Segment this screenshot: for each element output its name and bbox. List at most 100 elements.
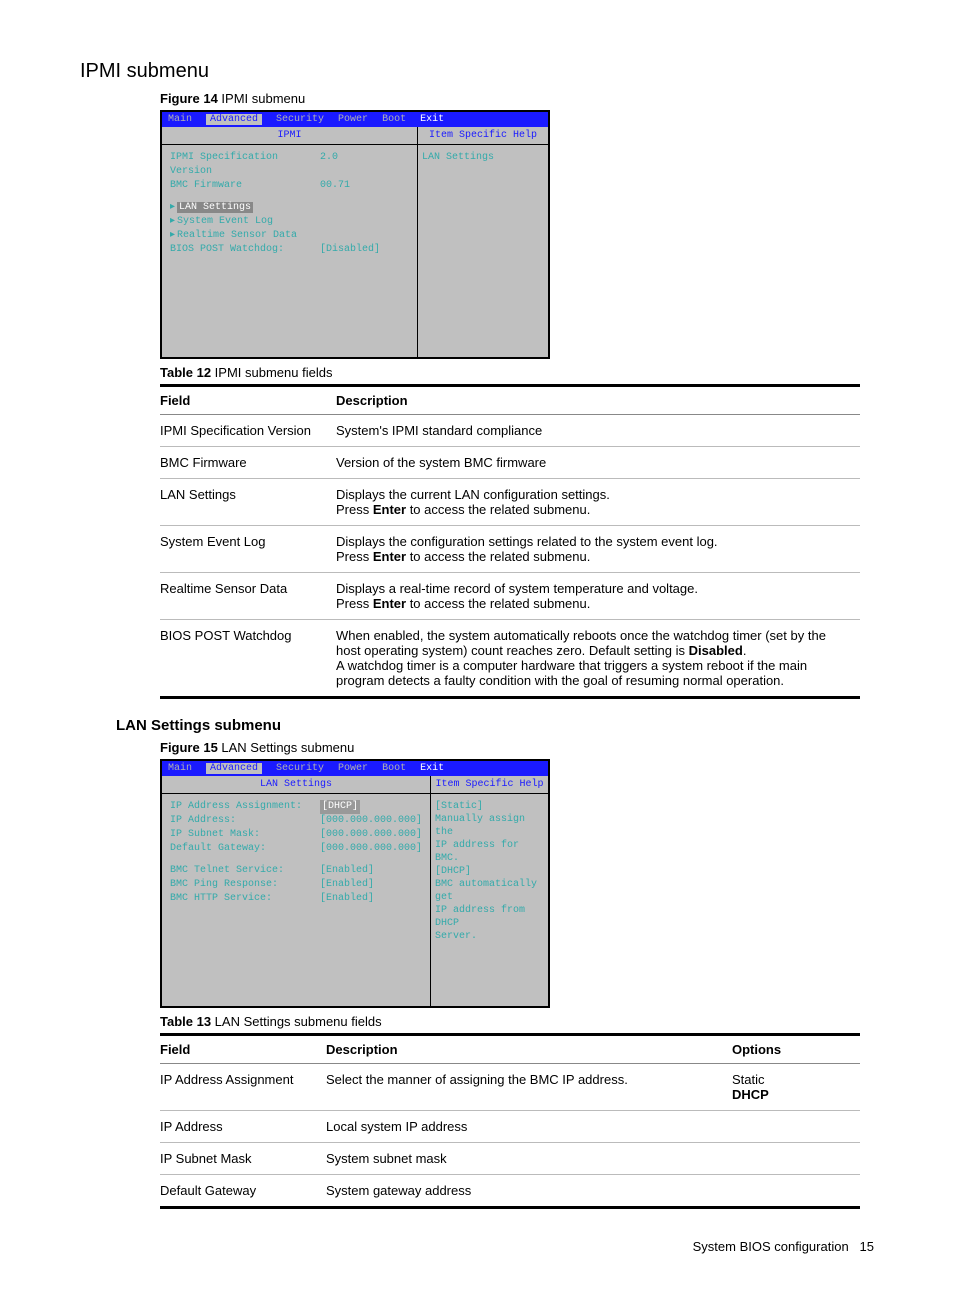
help-text-2: [Static] Manually assign the IP address …	[431, 794, 548, 949]
table12-header-field: Field	[160, 386, 336, 415]
ping-value: [Enabled]	[320, 878, 374, 892]
watchdog-label: BIOS POST Watchdog:	[170, 243, 320, 257]
help-l6: Server.	[435, 930, 544, 943]
table-row: IP Address Assignment Select the manner …	[160, 1064, 860, 1111]
help-header-2: Item Specific Help	[431, 776, 548, 794]
menu-main: Main	[168, 114, 192, 125]
subsection-heading: LAN Settings submenu	[116, 717, 874, 734]
bios-menubar-2: Main Advanced Security Power Boot Exit	[162, 761, 548, 776]
t12-r4-bold: Enter	[373, 596, 406, 611]
t12-r5-bold: Disabled	[689, 643, 743, 658]
ip-addr-label: IP Address:	[170, 814, 320, 828]
ip-assign-value: [DHCP]	[320, 800, 360, 814]
table13-header-options: Options	[732, 1035, 860, 1064]
help-l1: Manually assign the	[435, 813, 544, 839]
footer-page: 15	[860, 1239, 874, 1254]
menu-advanced: Advanced	[206, 114, 262, 125]
t12-r2-prefix: Press	[336, 502, 373, 517]
table13-caption-bold: Table 13	[160, 1014, 211, 1029]
bios-panel-title: IPMI	[162, 127, 417, 145]
t13-r3-desc: System gateway address	[326, 1175, 732, 1208]
table13: Field Description Options IP Address Ass…	[160, 1033, 860, 1209]
sys-event-log-item: System Event Log	[177, 216, 273, 227]
menu-boot-2: Boot	[382, 763, 406, 774]
menu-main-2: Main	[168, 763, 192, 774]
help-l3: [DHCP]	[435, 865, 544, 878]
t12-r4-desc: Displays a real-time record of system te…	[336, 573, 860, 620]
t12-r4-prefix: Press	[336, 596, 373, 611]
t13-r0-optbold: DHCP	[732, 1087, 769, 1102]
page-footer: System BIOS configuration 15	[80, 1239, 874, 1254]
section-heading: IPMI submenu	[80, 60, 874, 83]
t12-r2-bold: Enter	[373, 502, 406, 517]
t12-r3-bold: Enter	[373, 549, 406, 564]
t13-r1-field: IP Address	[160, 1111, 326, 1143]
subnet-label: IP Subnet Mask:	[170, 828, 320, 842]
ipmi-spec-label: IPMI Specification Version	[170, 151, 320, 179]
t12-r5-p2: A watchdog timer is a computer hardware …	[336, 658, 807, 688]
t13-r2-desc: System subnet mask	[326, 1143, 732, 1175]
help-text: LAN Settings	[418, 145, 548, 170]
table-row: BMC Firmware Version of the system BMC f…	[160, 447, 860, 479]
t12-r5-field: BIOS POST Watchdog	[160, 620, 336, 698]
table-row: IP Address Local system IP address	[160, 1111, 860, 1143]
figure15-bios-screenshot: Main Advanced Security Power Boot Exit L…	[160, 759, 550, 1008]
t13-r1-desc: Local system IP address	[326, 1111, 732, 1143]
gateway-label: Default Gateway:	[170, 842, 320, 856]
t13-r2-field: IP Subnet Mask	[160, 1143, 326, 1175]
bmc-fw-label: BMC Firmware	[170, 179, 320, 193]
t12-r2-desc: Displays the current LAN configuration s…	[336, 479, 860, 526]
table12-header-desc: Description	[336, 386, 860, 415]
table-row: BIOS POST Watchdog When enabled, the sys…	[160, 620, 860, 698]
menu-power-2: Power	[338, 763, 368, 774]
bmc-fw-value: 00.71	[320, 179, 350, 193]
http-value: [Enabled]	[320, 892, 374, 906]
t12-r0-field: IPMI Specification Version	[160, 415, 336, 447]
subnet-value: [000.000.000.000]	[320, 828, 422, 842]
t13-r0-field: IP Address Assignment	[160, 1064, 326, 1111]
t12-r4-line1: Displays a real-time record of system te…	[336, 581, 698, 596]
table-row: IPMI Specification Version System's IPMI…	[160, 415, 860, 447]
menu-security: Security	[276, 114, 324, 125]
ping-label: BMC Ping Response:	[170, 878, 320, 892]
menu-power: Power	[338, 114, 368, 125]
table12-caption-bold: Table 12	[160, 365, 211, 380]
t12-r2-field: LAN Settings	[160, 479, 336, 526]
table13-caption: Table 13 LAN Settings submenu fields	[160, 1014, 874, 1029]
table-row: Realtime Sensor Data Displays a real-tim…	[160, 573, 860, 620]
figure15-caption-rest: LAN Settings submenu	[218, 740, 355, 755]
lan-settings-item: LAN Settings	[177, 202, 253, 213]
table-row: Default Gateway System gateway address	[160, 1175, 860, 1208]
menu-exit-2: Exit	[420, 763, 444, 774]
menu-exit: Exit	[420, 114, 444, 125]
help-l5: IP address from DHCP	[435, 904, 544, 930]
realtime-sensor-item: Realtime Sensor Data	[177, 230, 297, 241]
bios-menubar: Main Advanced Security Power Boot Exit	[162, 112, 548, 127]
figure15-caption: Figure 15 LAN Settings submenu	[160, 740, 874, 755]
ip-assign-label: IP Address Assignment:	[170, 800, 320, 814]
http-label: BMC HTTP Service:	[170, 892, 320, 906]
footer-text: System BIOS configuration	[693, 1239, 849, 1254]
help-l0: [Static]	[435, 800, 544, 813]
ip-addr-value: [000.000.000.000]	[320, 814, 422, 828]
help-l4: BMC automatically get	[435, 878, 544, 904]
t12-r2-line1: Displays the current LAN configuration s…	[336, 487, 610, 502]
t13-r0-opt: Static DHCP	[732, 1064, 860, 1111]
menu-boot: Boot	[382, 114, 406, 125]
table13-caption-rest: LAN Settings submenu fields	[211, 1014, 382, 1029]
table13-header-field: Field	[160, 1035, 326, 1064]
t12-r4-field: Realtime Sensor Data	[160, 573, 336, 620]
t13-r3-field: Default Gateway	[160, 1175, 326, 1208]
t12-r1-desc: Version of the system BMC firmware	[336, 447, 860, 479]
menu-security-2: Security	[276, 763, 324, 774]
table-row: System Event Log Displays the configurat…	[160, 526, 860, 573]
help-header: Item Specific Help	[418, 127, 548, 145]
menu-advanced-2: Advanced	[206, 763, 262, 774]
figure14-caption: Figure 14 IPMI submenu	[160, 91, 874, 106]
gateway-value: [000.000.000.000]	[320, 842, 422, 856]
table13-header-desc: Description	[326, 1035, 732, 1064]
t12-r3-line1: Displays the configuration settings rela…	[336, 534, 718, 549]
t12-r5-p1b: .	[743, 643, 747, 658]
t12-r3-desc: Displays the configuration settings rela…	[336, 526, 860, 573]
t12-r3-prefix: Press	[336, 549, 373, 564]
